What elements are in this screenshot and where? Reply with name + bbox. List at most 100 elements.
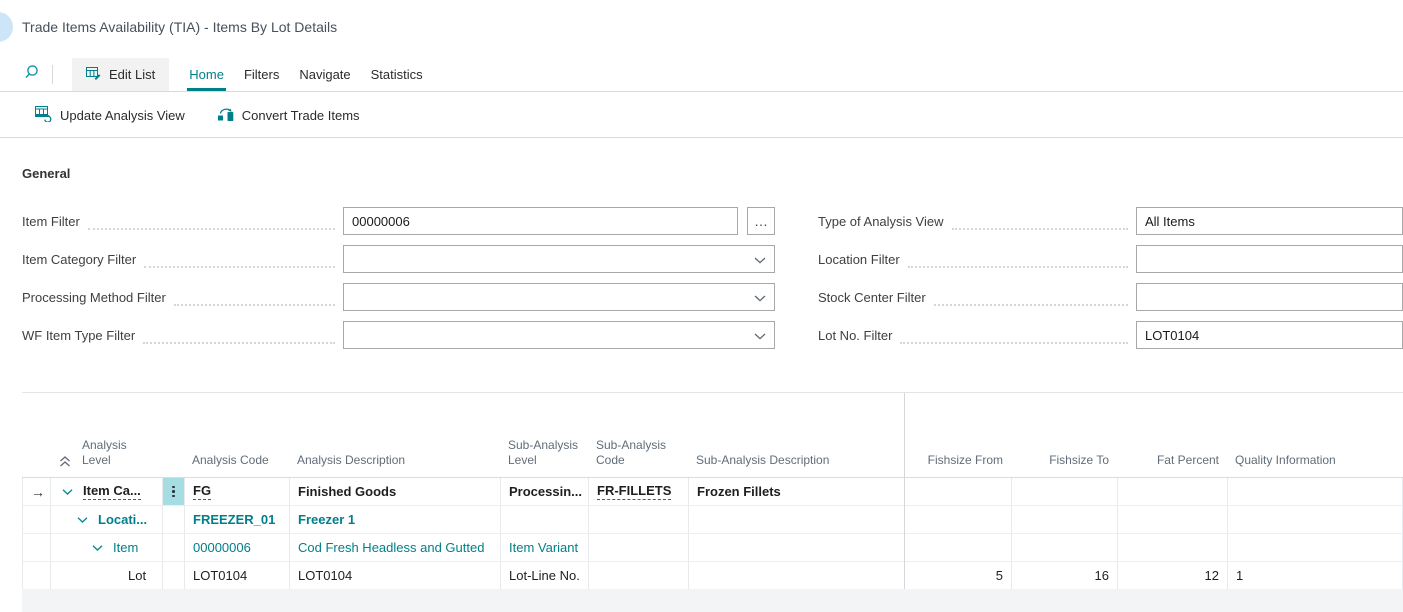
column-header-quality-information[interactable]: Quality Information (1227, 393, 1403, 477)
cell-fishsize-to[interactable] (1012, 506, 1118, 533)
cell-analysis-level[interactable]: Locati... (51, 506, 163, 533)
cell-analysis-description[interactable]: Cod Fresh Headless and Gutted (290, 534, 501, 561)
row-menu-button[interactable] (163, 478, 185, 505)
cell-sub-analysis-code[interactable] (589, 534, 689, 561)
field-label: WF Item Type Filter (22, 328, 135, 343)
tree-collapse-icon[interactable] (89, 545, 105, 551)
page-icon (0, 12, 13, 42)
cell-sub-analysis-description[interactable] (689, 534, 905, 561)
field-stock-center-filter: Stock Center Filter (818, 283, 1403, 311)
lot-no-filter-input[interactable]: LOT0104 (1136, 321, 1403, 349)
cell-sub-analysis-code[interactable]: FR-FILLETS (589, 478, 689, 505)
type-of-analysis-view-input[interactable]: All Items (1136, 207, 1403, 235)
field-lot-no-filter: Lot No. Filter LOT0104 (818, 321, 1403, 349)
cell-fat-percent[interactable]: 12 (1118, 562, 1228, 589)
menu-tabs: Home Filters Navigate Statistics (189, 58, 422, 91)
search-icon (24, 63, 42, 86)
edit-list-button[interactable]: Edit List (72, 58, 169, 91)
cell-analysis-description[interactable]: Finished Goods (290, 478, 501, 505)
processing-method-filter-select[interactable] (343, 283, 775, 311)
stock-center-filter-input[interactable] (1136, 283, 1403, 311)
cell-sub-analysis-description[interactable] (689, 562, 905, 589)
type-of-analysis-view-value: All Items (1145, 214, 1195, 229)
leader-dots (908, 250, 1128, 268)
cell-fat-percent[interactable] (1118, 506, 1228, 533)
field-label: Stock Center Filter (818, 290, 926, 305)
cell-sub-analysis-description[interactable]: Frozen Fillets (689, 478, 905, 505)
cell-fishsize-from[interactable] (905, 478, 1012, 505)
column-header-fishsize-from[interactable]: Fishsize From (904, 393, 1011, 477)
table-row: → Item Ca... FG Finished Goods Processin… (22, 478, 1403, 506)
column-header-analysis-code[interactable]: Analysis Code (184, 393, 289, 477)
chevron-down-icon (754, 290, 766, 305)
location-filter-input[interactable] (1136, 245, 1403, 273)
cell-fishsize-from[interactable] (905, 506, 1012, 533)
cell-fishsize-from[interactable] (905, 534, 1012, 561)
update-analysis-view-button[interactable]: Update Analysis View (35, 106, 185, 125)
column-header-sub-analysis-level[interactable]: Sub-Analysis Level (500, 393, 588, 477)
row-menu-cell (163, 562, 185, 589)
cell-sub-analysis-description[interactable] (689, 506, 905, 533)
leader-dots (144, 250, 335, 268)
cell-sub-analysis-level[interactable] (501, 506, 589, 533)
cell-fishsize-to[interactable] (1012, 534, 1118, 561)
cell-analysis-description[interactable]: Freezer 1 (290, 506, 501, 533)
column-header-sub-analysis-description[interactable]: Sub-Analysis Description (688, 393, 904, 477)
item-filter-input[interactable]: 00000006 (343, 207, 738, 235)
edit-list-icon (86, 66, 101, 83)
collapse-all-icon[interactable] (58, 455, 72, 468)
cell-sub-analysis-level[interactable]: Item Variant (501, 534, 589, 561)
tab-navigate[interactable]: Navigate (299, 58, 350, 91)
cell-analysis-description[interactable]: LOT0104 (290, 562, 501, 589)
cell-sub-analysis-code[interactable] (589, 562, 689, 589)
section-heading-general: General (22, 166, 70, 181)
table-row: Lot LOT0104 LOT0104 Lot-Line No. 5 16 12… (22, 562, 1403, 590)
field-location-filter: Location Filter (818, 245, 1403, 273)
column-header-analysis-description[interactable]: Analysis Description (289, 393, 500, 477)
cell-analysis-code[interactable]: FREEZER_01 (185, 506, 290, 533)
tree-collapse-icon[interactable] (59, 489, 75, 495)
cell-fat-percent[interactable] (1118, 478, 1228, 505)
cell-quality-information[interactable] (1228, 478, 1403, 505)
cell-sub-analysis-code[interactable] (589, 506, 689, 533)
cell-fishsize-to[interactable] (1012, 478, 1118, 505)
header-selector-cell (22, 393, 50, 477)
toolbar: Edit List Home Filters Navigate Statisti… (0, 58, 1403, 92)
toolbar-divider (52, 65, 53, 84)
cell-analysis-level[interactable]: Lot (51, 562, 163, 589)
convert-trade-items-button[interactable]: Convert Trade Items (217, 106, 360, 125)
cell-analysis-level[interactable]: Item (51, 534, 163, 561)
cell-analysis-code[interactable]: 00000006 (185, 534, 290, 561)
cell-sub-analysis-level[interactable]: Lot-Line No. (501, 562, 589, 589)
cell-fishsize-from[interactable]: 5 (905, 562, 1012, 589)
column-header-fat-percent[interactable]: Fat Percent (1117, 393, 1227, 477)
cell-quality-information[interactable]: 1 (1228, 562, 1403, 589)
cell-fishsize-to[interactable]: 16 (1012, 562, 1118, 589)
cell-sub-analysis-level[interactable]: Processin... (501, 478, 589, 505)
cell-analysis-level[interactable]: Item Ca... (51, 478, 163, 505)
update-analysis-view-label: Update Analysis View (60, 108, 185, 123)
tab-statistics[interactable]: Statistics (371, 58, 423, 91)
assist-edit-button[interactable]: … (747, 207, 775, 235)
cell-quality-information[interactable] (1228, 534, 1403, 561)
row-menu-cell (163, 534, 185, 561)
cell-analysis-code[interactable]: FG (185, 478, 290, 505)
search-button[interactable] (16, 58, 50, 91)
tab-home[interactable]: Home (189, 58, 224, 91)
cell-quality-information[interactable] (1228, 506, 1403, 533)
tree-collapse-icon[interactable] (74, 517, 90, 523)
cell-analysis-code[interactable]: LOT0104 (185, 562, 290, 589)
column-header-fishsize-to[interactable]: Fishsize To (1011, 393, 1117, 477)
item-category-filter-select[interactable] (343, 245, 775, 273)
header-menu-cell (162, 393, 184, 477)
tab-filters[interactable]: Filters (244, 58, 279, 91)
leader-dots (88, 212, 335, 230)
field-label: Lot No. Filter (818, 328, 892, 343)
field-label: Processing Method Filter (22, 290, 166, 305)
column-header-analysis-level[interactable]: Analysis Level (50, 393, 162, 477)
wf-item-type-filter-select[interactable] (343, 321, 775, 349)
column-header-sub-analysis-code[interactable]: Sub-Analysis Code (588, 393, 688, 477)
leader-dots (900, 326, 1128, 344)
current-row-arrow-icon: → (31, 484, 45, 500)
cell-fat-percent[interactable] (1118, 534, 1228, 561)
